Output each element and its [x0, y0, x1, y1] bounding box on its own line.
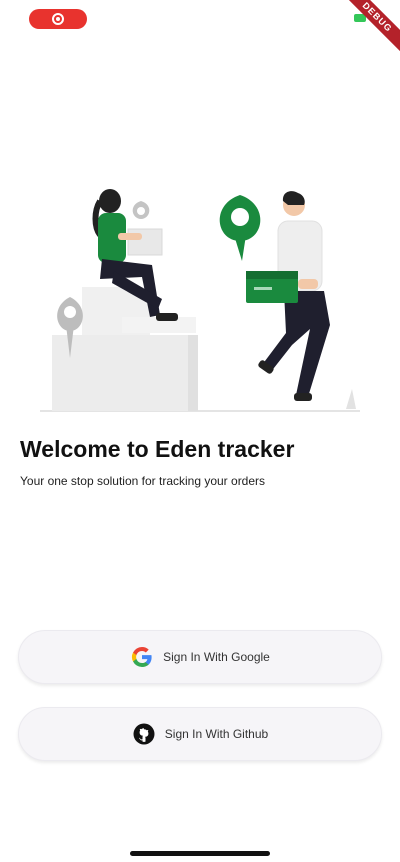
google-signin-label: Sign In With Google [163, 650, 270, 664]
google-signin-button[interactable]: Sign In With Google [18, 630, 382, 684]
github-signin-label: Sign In With Github [164, 727, 269, 741]
record-icon [52, 13, 64, 25]
github-icon [132, 722, 156, 746]
screen-record-indicator[interactable] [29, 9, 87, 29]
google-icon [130, 645, 154, 669]
github-signin-button[interactable]: Sign In With Github [18, 707, 382, 761]
page-subtitle: Your one stop solution for tracking your… [20, 474, 266, 488]
debug-banner: DEBUG [340, 0, 400, 60]
delivery-illustration [40, 189, 360, 412]
home-indicator[interactable] [130, 851, 270, 856]
page-title: Welcome to Eden tracker [20, 436, 295, 462]
debug-banner-label: DEBUG [340, 0, 400, 55]
